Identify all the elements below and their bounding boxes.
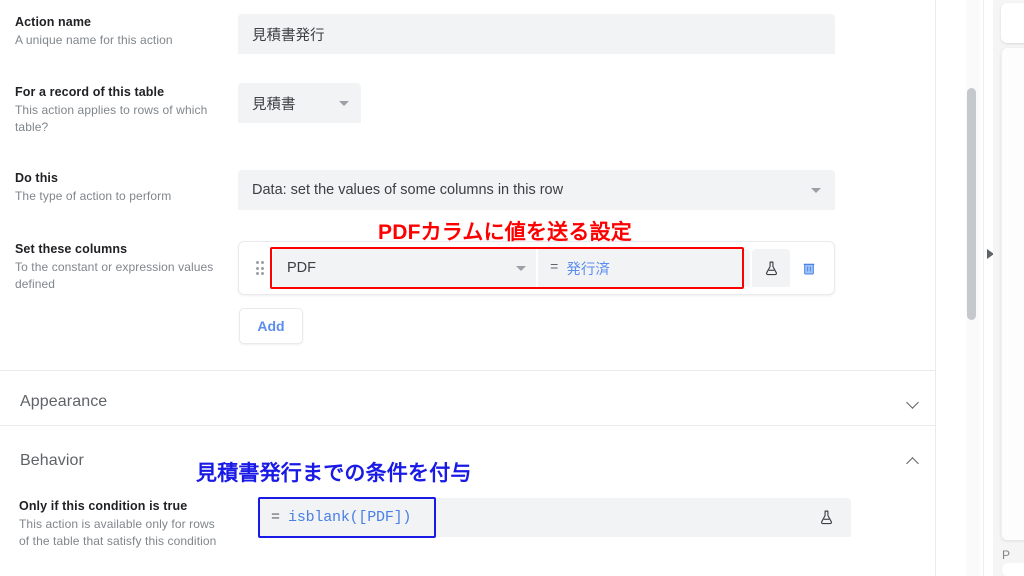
form-row-action-name: Action name A unique name for this actio…	[0, 14, 215, 49]
field-label: Do this	[15, 171, 59, 185]
label-col-condition: Only if this condition is true This acti…	[0, 498, 226, 550]
panel-divider	[983, 0, 984, 576]
add-button-label: Add	[257, 318, 285, 334]
right-gutter: P	[935, 0, 1024, 576]
condition-expression-text: isblank([PDF])	[288, 509, 412, 526]
column-select-value: PDF	[287, 260, 316, 276]
field-label: For a record of this table	[15, 85, 165, 99]
record-table-value: 見積書	[252, 96, 296, 113]
chevron-down-icon[interactable]	[905, 394, 921, 410]
vertical-scrollbar[interactable]	[966, 0, 980, 576]
side-panel-card-main	[1001, 48, 1024, 540]
do-this-select[interactable]: Data: set the values of some columns in …	[238, 170, 835, 210]
side-panel-card-top	[1001, 3, 1024, 43]
field-label: Action name	[15, 15, 92, 29]
field-label: Only if this condition is true	[19, 499, 188, 513]
annotation-text-red: PDFカラムに値を送る設定	[378, 221, 632, 244]
drag-dots-glyph	[255, 261, 265, 275]
label-col-record-table: For a record of this table This action a…	[0, 84, 215, 136]
field-help: The type of action to perform	[15, 189, 172, 203]
annotation-text-blue: 見積書発行までの条件を付与	[196, 462, 472, 485]
flask-icon[interactable]	[807, 499, 845, 537]
form-row-record-table: For a record of this table This action a…	[0, 84, 215, 136]
label-col-set-columns: Set these columns To the constant or exp…	[0, 241, 215, 293]
label-col-action-name: Action name A unique name for this actio…	[0, 14, 215, 49]
side-panel-card-bottom	[1001, 563, 1024, 576]
record-table-select[interactable]: 見積書	[238, 83, 361, 123]
condition-expression-content: = isblank([PDF])	[259, 498, 423, 537]
divider	[0, 370, 935, 371]
action-name-value: 見積書発行	[252, 27, 325, 44]
chevron-down-icon	[516, 265, 526, 271]
form-row-do-this: Do this The type of action to perform	[0, 170, 215, 205]
drag-dots-icon[interactable]	[247, 261, 273, 275]
side-panel-label: P	[1002, 548, 1011, 562]
column-value-expression: 発行済	[566, 261, 610, 278]
divider	[0, 425, 935, 426]
equals-sign: =	[550, 260, 559, 276]
column-value-input[interactable]: = 発行済	[536, 249, 750, 287]
condition-expression-field[interactable]: = isblank([PDF])	[259, 498, 851, 537]
section-header-appearance[interactable]: Appearance	[0, 379, 935, 425]
section-title: Behavior	[20, 452, 84, 469]
flask-icon[interactable]	[752, 249, 790, 287]
panel-divider	[935, 0, 936, 576]
field-help: This action is available only for rows o…	[19, 517, 217, 548]
section-title: Appearance	[20, 393, 108, 410]
add-button[interactable]: Add	[239, 308, 303, 344]
form-row-set-columns: Set these columns To the constant or exp…	[0, 241, 215, 293]
action-editor-panel: Action name A unique name for this actio…	[0, 0, 935, 576]
scrollbar-thumb[interactable]	[967, 88, 976, 320]
column-value-group: PDF = 発行済	[273, 249, 750, 287]
field-help: A unique name for this action	[15, 33, 173, 47]
chevron-down-icon	[339, 100, 349, 106]
equals-sign: =	[271, 509, 281, 526]
field-help: This action applies to rows of which tab…	[15, 103, 208, 134]
set-columns-row: PDF = 発行済	[238, 241, 835, 295]
trash-icon[interactable]	[790, 249, 828, 287]
action-name-input[interactable]: 見積書発行	[238, 14, 835, 54]
column-select[interactable]: PDF	[273, 249, 536, 287]
chevron-up-icon[interactable]	[905, 453, 921, 469]
label-col-do-this: Do this The type of action to perform	[0, 170, 215, 205]
field-label: Set these columns	[15, 242, 128, 256]
form-row-condition: Only if this condition is true This acti…	[0, 498, 226, 550]
chevron-down-icon	[811, 187, 821, 193]
do-this-value: Data: set the values of some columns in …	[252, 182, 564, 198]
adjacent-side-panel: P	[993, 0, 1024, 576]
field-help: To the constant or expression values def…	[15, 260, 214, 291]
